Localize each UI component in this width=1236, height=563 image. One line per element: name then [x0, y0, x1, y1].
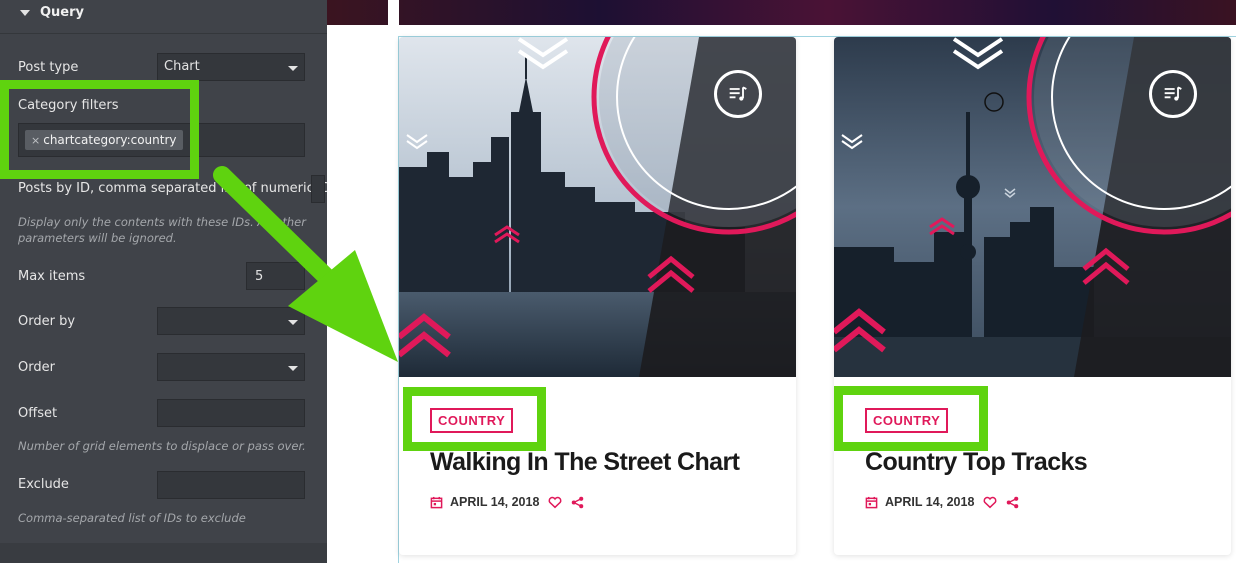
card-date: APRIL 14, 2018	[885, 495, 975, 509]
playlist-icon[interactable]	[714, 70, 762, 118]
heart-icon[interactable]	[983, 496, 997, 509]
offset-label: Offset	[18, 406, 58, 421]
playlist-icon[interactable]	[1149, 70, 1197, 118]
top-banner-image	[327, 0, 1236, 25]
exclude-input[interactable]	[157, 471, 305, 499]
calendar-icon	[865, 496, 878, 508]
order-by-label: Order by	[18, 314, 76, 329]
card-title[interactable]: Walking In The Street Chart	[430, 448, 740, 477]
highlight-box-category-badge	[834, 386, 988, 451]
offset-input[interactable]	[157, 399, 305, 427]
dropdown-caret-icon	[288, 66, 298, 71]
calendar-icon	[430, 496, 443, 508]
post-type-select[interactable]: Chart	[157, 53, 305, 81]
query-section-header[interactable]: Query	[0, 0, 327, 34]
card-meta: APRIL 14, 2018	[430, 494, 584, 510]
chart-card[interactable]: COUNTRY Walking In The Street Chart APRI…	[399, 37, 796, 555]
exclude-label: Exclude	[18, 477, 69, 492]
share-icon[interactable]	[1006, 496, 1019, 509]
banner-divider	[388, 0, 399, 25]
chart-card[interactable]: COUNTRY Country Top Tracks APRIL 14, 201…	[834, 37, 1231, 555]
card-title[interactable]: Country Top Tracks	[865, 448, 1088, 477]
caret-down-icon	[20, 10, 30, 16]
max-items-label: Max items	[18, 269, 86, 284]
exclude-help: Comma-separated list of IDs to exclude	[18, 511, 246, 525]
card-meta: APRIL 14, 2018	[865, 494, 1019, 510]
heart-icon[interactable]	[548, 496, 562, 509]
post-type-label: Post type	[18, 60, 79, 75]
offset-help: Number of grid elements to displace or p…	[18, 439, 306, 453]
post-type-value: Chart	[164, 59, 200, 74]
panel-footer-strip	[0, 543, 327, 563]
share-icon[interactable]	[571, 496, 584, 509]
annotation-arrow	[213, 166, 398, 362]
card-date: APRIL 14, 2018	[450, 495, 540, 509]
order-label: Order	[18, 360, 55, 375]
query-section-title: Query	[40, 5, 85, 20]
highlight-box-category-badge	[403, 387, 546, 451]
